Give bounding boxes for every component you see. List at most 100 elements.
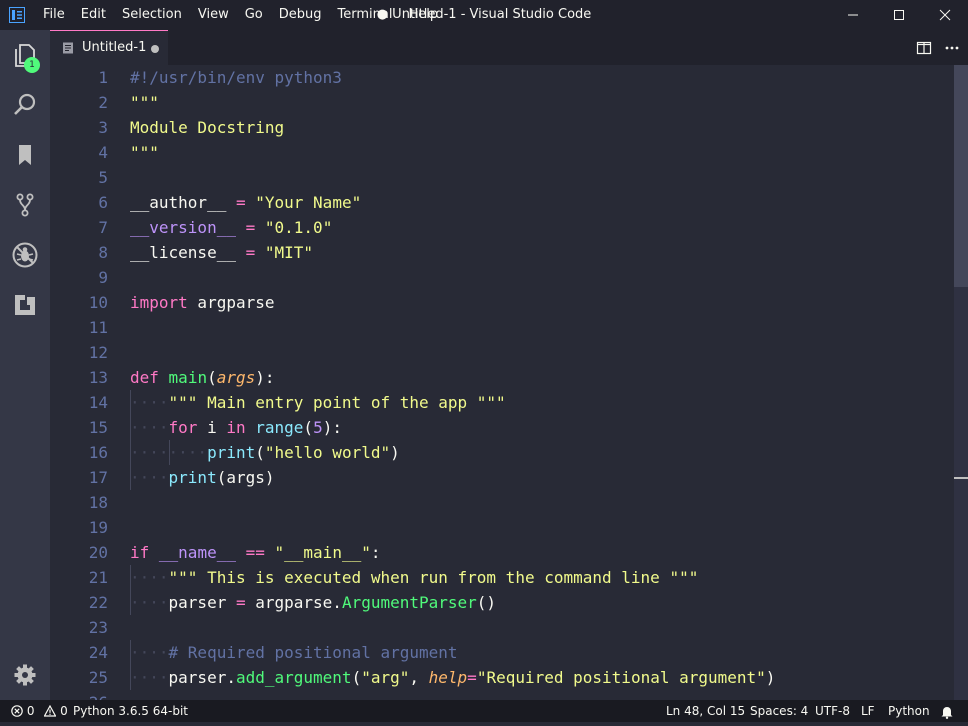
warning-count: 0 [60,704,68,718]
line-number: 3 [98,118,108,137]
code-line[interactable]: ····""" This is executed when run from t… [130,565,698,590]
indentation[interactable]: Spaces: 4 [750,700,808,722]
search-button[interactable] [0,80,50,130]
line-number: 23 [88,618,108,637]
tab-label: Untitled-1 [82,40,147,55]
more-actions-icon[interactable] [944,40,960,56]
notifications-button[interactable] [940,704,954,726]
line-number: 21 [88,568,108,587]
code-line[interactable]: __license__ = "MIT" [130,240,313,265]
close-button[interactable] [922,0,968,30]
language-mode[interactable]: Python [888,700,930,722]
code-editor[interactable]: 1 2 3 4 5 6 7 8 9 10 11 12 13 14 15 16 17 18 19 20 21 22 23 24 2… [50,65,968,700]
indent-guide [130,440,131,465]
unsaved-dot-icon[interactable] [151,45,159,53]
code-line[interactable]: ····""" Main entry point of the app """ [130,390,506,415]
menu-view[interactable]: View [190,0,237,30]
menu-selection[interactable]: Selection [114,0,190,30]
source-control-icon [16,193,34,217]
line-number: 20 [88,543,108,562]
line-number: 9 [98,268,108,287]
bell-icon [941,707,953,719]
line-number: 18 [88,493,108,512]
line-number: 19 [88,518,108,537]
line-number: 12 [88,343,108,362]
tab-untitled-1[interactable]: Untitled-1 [50,30,168,65]
explorer-button[interactable]: 1 [0,30,50,80]
line-number: 11 [88,318,108,337]
line-number: 10 [88,293,108,312]
code-line[interactable]: import argparse [130,290,275,315]
explorer-badge: 1 [24,57,40,73]
code-line[interactable]: ····parser.add_argument("arg", help="Req… [130,665,775,690]
maximize-button[interactable] [876,0,922,30]
code-line[interactable]: ····# Required positional argument [130,640,458,665]
indent-guide [130,640,131,665]
line-number: 1 [98,68,108,87]
scrollbar-thumb[interactable] [954,65,968,287]
maximize-icon [894,10,904,20]
code-line[interactable]: ····parser = argparse.ArgumentParser() [130,590,496,615]
code-line[interactable]: __version__ = "0.1.0" [130,215,332,240]
indent-guide [130,415,131,440]
code-line[interactable]: """ [130,90,159,115]
end-of-line[interactable]: LF [861,700,875,722]
editor-tab-bar: Untitled-1 [50,30,968,65]
indent-guide [130,390,131,415]
code-line[interactable]: ········print("hello world") [130,440,400,465]
code-line[interactable]: #!/usr/bin/env python3 [130,65,342,90]
bookmark-icon [19,145,31,165]
minimize-icon [848,14,858,16]
menu-bar: File Edit Selection View Go Debug Termin… [35,0,446,30]
warning-icon [43,704,57,717]
extensions-icon [15,295,35,315]
extensions-button[interactable] [0,280,50,330]
vertical-scrollbar[interactable] [954,65,968,700]
code-line[interactable]: if __name__ == "__main__": [130,540,380,565]
scrollbar-cursor-marker [954,477,968,479]
indent-guide [130,665,131,690]
menu-go[interactable]: Go [237,0,271,30]
file-icon [63,42,73,54]
error-count: 0 [26,704,35,718]
line-number: 15 [88,418,108,437]
code-line[interactable]: def main(args): [130,365,275,390]
gear-icon [14,664,36,686]
code-line[interactable]: Module Docstring [130,115,284,140]
menu-terminal[interactable]: Terminal [330,0,401,30]
line-number: 13 [88,368,108,387]
vscode-logo-icon [9,7,25,23]
debug-icon [12,242,38,268]
code-line[interactable]: ····for i in range(5): [130,415,342,440]
activity-bar: 1 [0,30,50,700]
debug-button[interactable] [0,230,50,280]
code-line[interactable]: ····print(args) [130,465,275,490]
search-icon [14,93,36,115]
line-number: 26 [50,690,108,700]
code-line[interactable]: __author__ = "Your Name" [130,190,361,215]
line-number: 7 [98,218,108,237]
line-number: 2 [98,93,108,112]
problems-indicator[interactable]: 0 0 [11,700,68,722]
encoding[interactable]: UTF-8 [815,700,850,722]
split-editor-icon[interactable] [916,40,932,56]
indent-guide [130,590,131,615]
source-control-button[interactable] [0,180,50,230]
code-line[interactable]: """ [130,140,159,165]
python-interpreter[interactable]: Python 3.6.5 64-bit [73,700,188,722]
menu-debug[interactable]: Debug [271,0,330,30]
menu-file[interactable]: File [35,0,73,30]
indent-guide [130,565,131,590]
cursor-position[interactable]: Ln 48, Col 15 [666,700,745,722]
line-number: 25 [88,668,108,687]
line-number: 5 [98,168,108,187]
menu-edit[interactable]: Edit [73,0,114,30]
minimize-button[interactable] [830,0,876,30]
line-number: 4 [98,143,108,162]
settings-button[interactable] [0,650,50,700]
bookmarks-button[interactable] [0,130,50,180]
menu-help[interactable]: Help [400,0,446,30]
line-number: 6 [98,193,108,212]
line-number: 17 [88,468,108,487]
line-number: 22 [88,593,108,612]
